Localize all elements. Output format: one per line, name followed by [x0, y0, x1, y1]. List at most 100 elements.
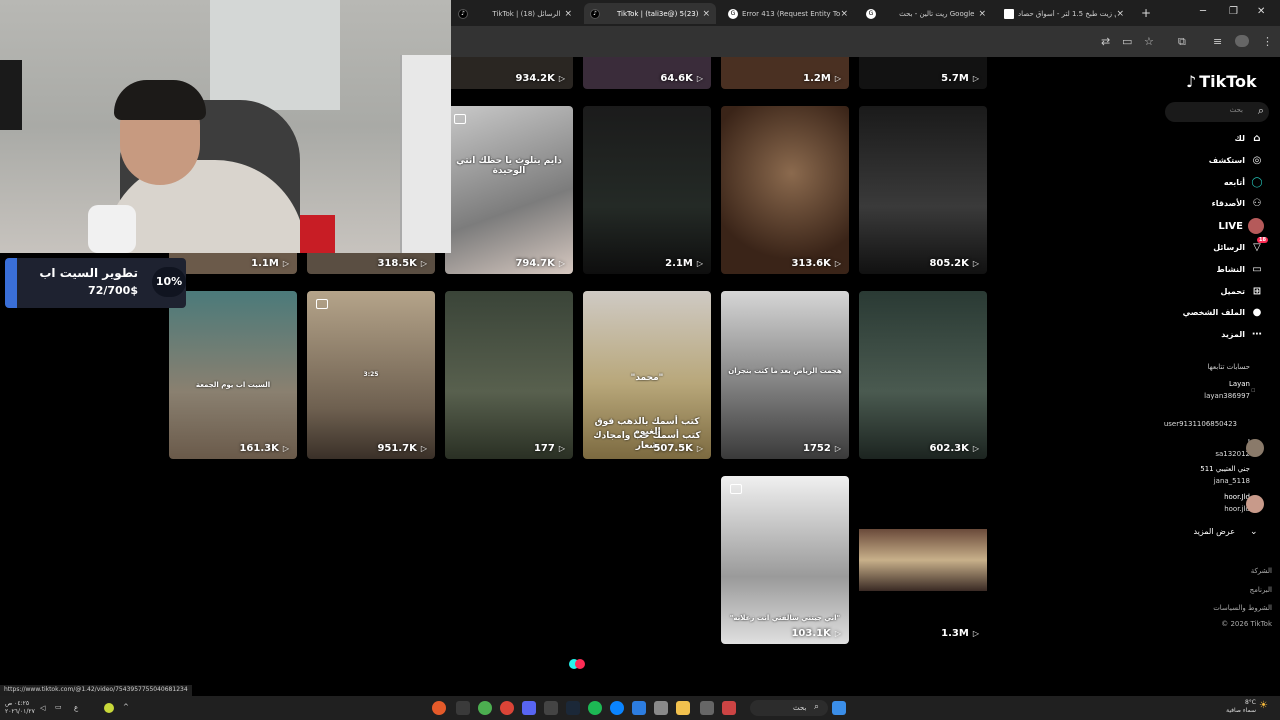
nav-messages[interactable]: ▽ 18 الرسائل	[1213, 236, 1268, 256]
account-item[interactable]: J sa132012	[1215, 436, 1250, 460]
edge-icon[interactable]	[610, 701, 624, 715]
volume-icon[interactable]: ◁	[40, 704, 45, 712]
app-icon[interactable]	[700, 701, 714, 715]
chrome-icon[interactable]	[478, 701, 492, 715]
tab-store[interactable]: تالين زيت طبخ 1.5 لتر - أسواق حصاد ×	[998, 3, 1130, 24]
start-icon[interactable]	[832, 701, 846, 715]
window-close-icon[interactable]: ✕	[1257, 6, 1265, 17]
network-icon[interactable]: ▭	[55, 703, 62, 711]
nav-live[interactable]: LIVE	[1218, 217, 1264, 235]
account-item[interactable]: user9131106850423	[1164, 418, 1237, 430]
account-item[interactable]: جني العتيبي 511 jana_5118	[1200, 463, 1250, 487]
app-icon[interactable]	[456, 701, 470, 715]
video-caption: هجمت الرياض بعد ما كنت بنجران	[728, 367, 842, 375]
video-tile[interactable]: السيت اب يوم الجمعة 161.3K ▷	[169, 291, 297, 459]
app-tray-icon[interactable]	[104, 703, 114, 713]
video-tile[interactable]: 313.6K ▷	[721, 106, 849, 274]
video-tile[interactable]: 602.3K ▷	[859, 291, 987, 459]
taskbar-clock[interactable]: ٠٤:٢٥ ص ٢٠٢٦/٠١/٢٧	[5, 700, 35, 716]
footer-link[interactable]: الشروط والسياسات	[1213, 604, 1272, 612]
nav-explore[interactable]: ◎ استكشف	[1209, 151, 1264, 169]
chrome-icon[interactable]	[500, 701, 514, 715]
status-bar-url: https://www.tiktok.com/@1.42/video/75439…	[0, 685, 192, 696]
profile-avatar[interactable]	[1235, 35, 1249, 47]
play-icon: ▷	[834, 259, 841, 268]
app-icon[interactable]	[544, 701, 558, 715]
discord-icon[interactable]	[522, 701, 536, 715]
tiktok-icon: ♪	[1186, 72, 1197, 91]
star-icon[interactable]: ☆	[1144, 35, 1154, 48]
restore-icon[interactable]: ❐	[1229, 6, 1238, 17]
close-icon[interactable]: ×	[840, 9, 848, 19]
play-icon: ▷	[972, 629, 979, 638]
app-icon[interactable]	[722, 701, 736, 715]
tab-google-search[interactable]: G ريت تالين - بحث Google ×	[860, 3, 992, 24]
account-avatar-placeholder: ▫	[1251, 386, 1256, 394]
extensions-icon[interactable]: ⧉	[1178, 35, 1186, 49]
close-icon[interactable]: ×	[564, 9, 572, 19]
spotify-icon[interactable]	[588, 701, 602, 715]
reading-list-icon[interactable]: ≡	[1213, 35, 1222, 48]
account-item[interactable]: Layan layan386997	[1204, 378, 1250, 402]
close-icon[interactable]: ×	[978, 9, 986, 19]
new-tab-button[interactable]: +	[1141, 6, 1151, 20]
minimize-icon[interactable]: ─	[1200, 6, 1206, 17]
chrome-icon[interactable]	[432, 701, 446, 715]
tab-messages[interactable]: ♪ TikTok | الرسائل (18) ×	[452, 3, 578, 24]
video-tile[interactable]: دايم يتلوث يا حظك انتي الوحيدة 794.7K ▷	[445, 106, 573, 274]
tiktok-logo[interactable]: ♪ TikTok	[1186, 72, 1257, 91]
video-tile[interactable]: "محمد" كتب أسمك بالذهب فوق الغيوم كتب أس…	[583, 291, 711, 459]
nav-following[interactable]: ◯ أتابعه	[1224, 173, 1264, 191]
play-icon: ▷	[834, 74, 841, 83]
play-icon: ▷	[972, 259, 979, 268]
nav-friends[interactable]: ⚇ الأصدقاء	[1212, 194, 1264, 212]
video-tile[interactable]: 64.6K ▷	[583, 57, 711, 89]
view-count: 64.6K ▷	[660, 73, 703, 84]
video-tile[interactable]: 3:25 951.7K ▷	[307, 291, 435, 459]
loading-spinner	[569, 659, 585, 669]
video-tile[interactable]: 1.3M ▷	[859, 476, 987, 644]
avatar[interactable]	[1246, 495, 1264, 513]
chevron-down-icon[interactable]: ⌄	[1250, 527, 1258, 537]
play-icon: ▷	[420, 444, 427, 453]
translate-icon[interactable]: ⇄	[1101, 35, 1110, 48]
messages-icon: ▽ 18	[1253, 236, 1268, 253]
nav-more[interactable]: ⋯ المزيد	[1221, 325, 1264, 343]
cast-icon[interactable]: ▭	[1122, 35, 1132, 48]
chevron-up-icon[interactable]: ^	[123, 703, 129, 711]
google-icon: G	[866, 8, 876, 19]
app-icon[interactable]	[632, 701, 646, 715]
footer-link[interactable]: الشركة	[1251, 567, 1272, 575]
video-tile[interactable]: 2.1M ▷	[583, 106, 711, 274]
goal-percent: 10%	[152, 267, 186, 297]
close-icon[interactable]: ×	[702, 9, 710, 19]
goal-title: تطوير السيت اب	[39, 266, 138, 280]
video-tile[interactable]: هجمت الرياض بعد ما كنت بنجران 1752 ▷	[721, 291, 849, 459]
video-tile[interactable]: 805.2K ▷	[859, 106, 987, 274]
video-tile[interactable]: 1.2M ▷	[721, 57, 849, 89]
close-icon[interactable]: ×	[1116, 9, 1124, 19]
nav-profile[interactable]: ● الملف الشخصي	[1183, 303, 1264, 321]
weather-widget[interactable]: 8°C سماء صافية	[1226, 699, 1256, 715]
store-icon[interactable]	[654, 701, 668, 715]
video-tile[interactable]: 5.7M ▷	[859, 57, 987, 89]
view-count: 794.7K ▷	[515, 258, 565, 269]
steam-icon[interactable]	[566, 701, 580, 715]
language-icon[interactable]: ع	[74, 704, 78, 712]
see-more-button[interactable]: عرض المزيد	[1193, 527, 1235, 536]
nav-upload[interactable]: ⊞ تحميل	[1220, 282, 1264, 300]
video-tile[interactable]: 177 ▷	[445, 291, 573, 459]
footer-link[interactable]: البرنامج	[1250, 586, 1272, 594]
tab-error[interactable]: G Error 413 (Request Entity Too Large) ×	[722, 3, 854, 24]
view-count: 318.5K ▷	[377, 258, 427, 269]
video-tile[interactable]: "اني جيتني سالفتي انت زعلانه" 103.1K ▷	[721, 476, 849, 644]
nav-activity[interactable]: ▭ النشاط	[1217, 260, 1264, 278]
nav-for-you[interactable]: ⌂ لك	[1235, 129, 1264, 147]
tab-profile[interactable]: ♪ TikTok | (tali3e@) 5(23) ×	[584, 3, 716, 24]
menu-icon[interactable]: ⋮	[1262, 35, 1273, 48]
video-tile[interactable]: 934.2K ▷	[445, 57, 573, 89]
view-count: 1.2M ▷	[803, 73, 841, 84]
avatar[interactable]	[1246, 439, 1264, 457]
search-input[interactable]: بحث ⌕	[1165, 102, 1269, 122]
file-explorer-icon[interactable]	[676, 701, 690, 715]
